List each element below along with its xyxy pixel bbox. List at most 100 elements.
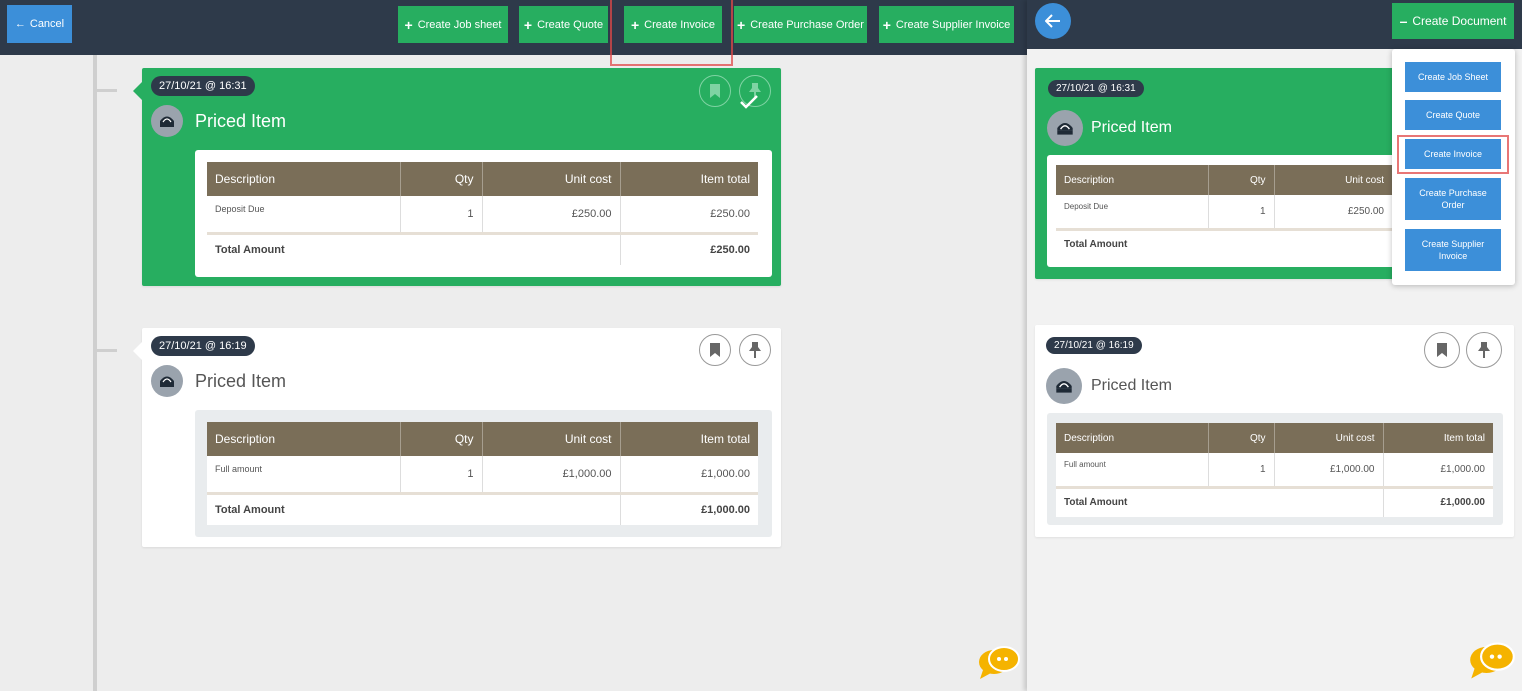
checkmark-icon bbox=[740, 95, 758, 109]
cell-unit-cost: £1,000.00 bbox=[1274, 453, 1384, 489]
create-supplier-invoice-button[interactable]: + Create Supplier Invoice bbox=[879, 6, 1014, 43]
column-header: Unit cost bbox=[1274, 423, 1384, 453]
cell-qty: 1 bbox=[1208, 453, 1275, 489]
date-badge: 27/10/21 @ 16:31 bbox=[151, 76, 255, 96]
total-row: Total Amount £1,000.00 bbox=[207, 493, 758, 525]
timeline-line bbox=[93, 55, 97, 691]
total-row: Total Amount £1,000.00 bbox=[1056, 487, 1493, 517]
card-title: Priced Item bbox=[195, 111, 287, 131]
items-panel: Description Qty Unit cost Deposit Due 1 … bbox=[1047, 155, 1400, 267]
total-row: Total Amount £250.00 bbox=[207, 233, 758, 265]
back-button[interactable] bbox=[1035, 3, 1071, 39]
create-purchase-order-button[interactable]: + Create Purchase Order bbox=[734, 6, 867, 43]
table-header-row: Description Qty Unit cost Item total bbox=[207, 422, 758, 456]
user-avatar-icon bbox=[151, 365, 183, 397]
timeline-card[interactable]: 27/10/21 @ 16:31 Priced Item Description… bbox=[1035, 68, 1400, 279]
cell-item-total: £1,000.00 bbox=[1383, 453, 1493, 489]
timeline-card[interactable]: 27/10/21 @ 16:31 Priced Item Description… bbox=[133, 68, 781, 286]
arrow-left-icon: ← bbox=[14, 18, 26, 30]
highlight-box bbox=[1397, 135, 1509, 174]
card-pointer bbox=[133, 342, 142, 360]
items-panel: Description Qty Unit cost Item total Ful… bbox=[195, 410, 772, 537]
side-toolbar: – Create Document bbox=[1027, 0, 1522, 49]
timeline-card[interactable]: 27/10/21 @ 16:19 Priced Item Description… bbox=[133, 328, 781, 547]
top-toolbar: ← Cancel + Create Job sheet + Create Quote… bbox=[0, 0, 1027, 55]
items-table: Description Qty Unit cost Item total Ful… bbox=[1056, 423, 1493, 517]
menu-item-create-job-sheet[interactable]: Create Job Sheet bbox=[1405, 62, 1501, 92]
pin-icon bbox=[1478, 342, 1490, 358]
items-table: Description Qty Unit cost Item total Dep… bbox=[207, 162, 758, 265]
arrow-left-icon bbox=[1045, 14, 1060, 28]
items-panel: Description Qty Unit cost Item total Dep… bbox=[195, 150, 772, 277]
cell-unit-cost: £250.00 bbox=[1274, 195, 1400, 231]
bookmark-icon bbox=[1437, 343, 1447, 357]
create-quote-button[interactable]: + Create Quote bbox=[519, 6, 608, 43]
pin-button[interactable] bbox=[1466, 332, 1502, 368]
cell-qty: 1 bbox=[1208, 195, 1275, 231]
total-value: £1,000.00 bbox=[701, 503, 750, 516]
table-row: Deposit Due 1 £250.00 bbox=[1056, 195, 1400, 231]
highlight-box bbox=[610, 0, 733, 66]
column-header: Item total bbox=[620, 422, 758, 456]
table-row: Full amount 1 £1,000.00 £1,000.00 bbox=[1056, 453, 1493, 489]
cell-description: Full amount bbox=[207, 456, 401, 495]
table-header-row: Description Qty Unit cost Item total bbox=[1056, 423, 1493, 453]
cancel-button[interactable]: ← Cancel bbox=[7, 5, 72, 43]
chat-bubbles-icon[interactable] bbox=[1468, 640, 1516, 682]
timeline-tick bbox=[97, 349, 117, 352]
total-label: Total Amount bbox=[207, 233, 621, 265]
side-panel: – Create Document 27/10/21 @ 16:31 Price… bbox=[1027, 0, 1522, 691]
bookmark-icon bbox=[710, 343, 720, 357]
column-header: Description bbox=[1056, 423, 1209, 453]
total-label: Total Amount bbox=[1064, 239, 1128, 251]
column-header: Description bbox=[207, 422, 401, 456]
cell-item-total: £1,000.00 bbox=[620, 456, 758, 495]
plus-icon: + bbox=[737, 16, 746, 33]
items-table: Description Qty Unit cost Deposit Due 1 … bbox=[1056, 165, 1400, 259]
date-badge: 27/10/21 @ 16:19 bbox=[1046, 337, 1142, 354]
total-label: Total Amount bbox=[207, 493, 621, 525]
column-header: Item total bbox=[620, 162, 758, 196]
user-avatar-icon bbox=[1046, 368, 1082, 404]
cell-qty: 1 bbox=[400, 456, 483, 495]
column-header: Qty bbox=[1208, 165, 1275, 195]
column-header: Description bbox=[1056, 165, 1209, 195]
total-label: Total Amount bbox=[1056, 487, 1384, 517]
pin-button[interactable] bbox=[739, 334, 771, 366]
menu-item-create-supplier-invoice[interactable]: Create Supplier Invoice bbox=[1405, 229, 1501, 271]
total-value: £1,000.00 bbox=[1440, 497, 1486, 509]
bookmark-button[interactable] bbox=[699, 334, 731, 366]
create-job-sheet-button[interactable]: + Create Job sheet bbox=[398, 6, 508, 43]
column-header: Unit cost bbox=[482, 422, 621, 456]
column-header: Qty bbox=[1208, 423, 1275, 453]
column-header: Unit cost bbox=[1274, 165, 1400, 195]
minus-icon: – bbox=[1399, 13, 1408, 29]
timeline-card[interactable]: 27/10/21 @ 16:19 Priced Item Description… bbox=[1035, 325, 1514, 537]
column-header: Qty bbox=[400, 422, 483, 456]
items-table: Description Qty Unit cost Item total Ful… bbox=[207, 422, 758, 525]
plus-icon: + bbox=[404, 16, 413, 33]
column-header: Description bbox=[207, 162, 401, 196]
plus-icon: + bbox=[523, 16, 533, 33]
menu-item-create-quote[interactable]: Create Quote bbox=[1405, 100, 1501, 130]
table-row: Deposit Due 1 £250.00 £250.00 bbox=[207, 196, 758, 235]
create-document-button[interactable]: – Create Document bbox=[1392, 3, 1514, 39]
card-title: Priced Item bbox=[1091, 119, 1172, 136]
plus-icon: + bbox=[882, 16, 891, 33]
menu-item-create-purchase-order[interactable]: Create Purchase Order bbox=[1405, 178, 1501, 220]
cell-unit-cost: £1,000.00 bbox=[482, 456, 621, 495]
card-title: Priced Item bbox=[1091, 377, 1172, 394]
bookmark-button[interactable] bbox=[1424, 332, 1460, 368]
main-panel: ← Cancel + Create Job sheet + Create Quote… bbox=[0, 0, 1027, 691]
date-badge: 27/10/21 @ 16:19 bbox=[151, 336, 255, 356]
create-document-menu: Create Job Sheet Create Quote Create Inv… bbox=[1392, 49, 1515, 285]
cell-qty: 1 bbox=[400, 196, 483, 235]
table-header-row: Description Qty Unit cost bbox=[1056, 165, 1400, 195]
column-header: Qty bbox=[400, 162, 483, 196]
timeline-tick bbox=[97, 89, 117, 92]
pin-icon bbox=[749, 342, 761, 358]
items-panel: Description Qty Unit cost Item total Ful… bbox=[1047, 413, 1503, 525]
chat-bubbles-icon[interactable] bbox=[977, 644, 1021, 682]
bookmark-button[interactable] bbox=[699, 75, 731, 107]
cell-description: Deposit Due bbox=[1056, 195, 1209, 231]
